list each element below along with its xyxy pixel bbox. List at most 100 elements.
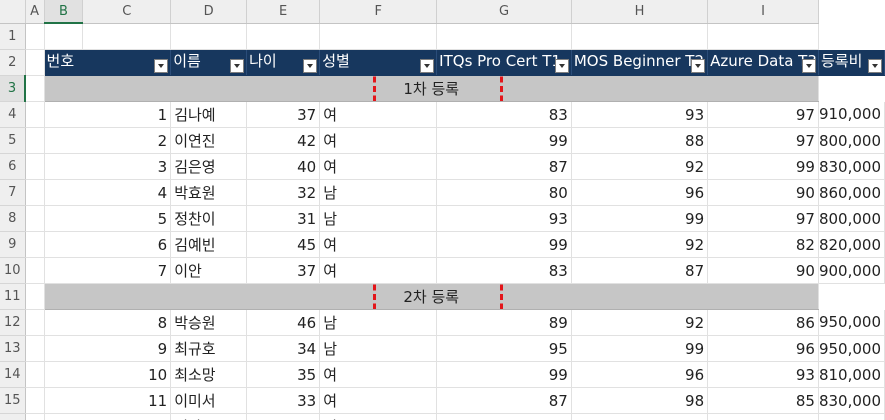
column-header-i[interactable]: I <box>707 0 819 24</box>
t3-score-cell[interactable]: 96 <box>707 335 819 362</box>
cell[interactable] <box>25 335 45 362</box>
header-cell-t1[interactable]: ITQs Pro Cert T1 <box>436 49 572 76</box>
column-header-a[interactable]: A <box>25 0 45 24</box>
fee-cell[interactable]: 830,000 <box>818 387 885 414</box>
t2-score-cell[interactable]: 92 <box>571 309 709 336</box>
t3-score-cell[interactable]: 90 <box>707 257 819 284</box>
gender-cell[interactable]: 여 <box>319 101 438 128</box>
gender-cell[interactable]: 남 <box>319 335 438 362</box>
name-cell[interactable]: 김나예 <box>170 101 248 128</box>
column-header-h[interactable]: H <box>571 0 709 24</box>
cell[interactable] <box>25 75 45 102</box>
header-cell-t2[interactable]: MOS Beginner T2 <box>571 49 709 76</box>
filter-dropdown-icon[interactable] <box>154 59 169 73</box>
t2-score-cell[interactable]: 87 <box>571 257 709 284</box>
name-cell[interactable]: 정찬이 <box>170 205 248 232</box>
fee-cell[interactable]: 910,000 <box>818 101 885 128</box>
cell[interactable] <box>25 231 45 258</box>
name-cell[interactable]: 정가윤 <box>170 413 248 420</box>
cell[interactable] <box>25 23 45 50</box>
t1-score-cell[interactable]: 81 <box>436 413 572 420</box>
t2-score-cell[interactable]: 96 <box>571 179 709 206</box>
t3-score-cell[interactable]: 82 <box>707 231 819 258</box>
cell[interactable] <box>436 23 572 50</box>
cell[interactable] <box>82 23 172 50</box>
t3-score-cell[interactable]: 93 <box>707 361 819 388</box>
row-header[interactable]: 13 <box>0 335 26 362</box>
age-cell[interactable]: 31 <box>246 205 321 232</box>
fee-cell[interactable]: 950,000 <box>818 335 885 362</box>
age-cell[interactable]: 42 <box>246 127 321 154</box>
number-cell[interactable]: 5 <box>44 205 172 232</box>
number-cell[interactable]: 1 <box>44 101 172 128</box>
cell[interactable] <box>44 23 84 50</box>
name-cell[interactable]: 최소망 <box>170 361 248 388</box>
t3-score-cell[interactable]: 85 <box>707 387 819 414</box>
fee-cell[interactable]: 950,000 <box>818 309 885 336</box>
t1-score-cell[interactable]: 87 <box>436 387 572 414</box>
filter-dropdown-icon[interactable] <box>554 59 569 73</box>
t3-score-cell[interactable]: 97 <box>707 101 819 128</box>
number-cell[interactable]: 10 <box>44 361 172 388</box>
header-cell-fee[interactable]: 등록비 <box>818 49 885 76</box>
row-header[interactable]: 6 <box>0 153 26 180</box>
name-cell[interactable]: 박승원 <box>170 309 248 336</box>
gender-cell[interactable]: 남 <box>319 179 438 206</box>
number-cell[interactable]: 2 <box>44 127 172 154</box>
gender-cell[interactable]: 여 <box>319 153 438 180</box>
cell[interactable] <box>25 309 45 336</box>
row-header[interactable]: 12 <box>0 309 26 336</box>
fee-cell[interactable]: 900,000 <box>818 257 885 284</box>
row-header[interactable]: 16 <box>0 413 26 420</box>
cell[interactable] <box>707 23 819 50</box>
cell[interactable] <box>25 257 45 284</box>
t1-score-cell[interactable]: 87 <box>436 153 572 180</box>
header-cell-t3[interactable]: Azure Data T3 <box>707 49 819 76</box>
cell[interactable] <box>25 127 45 154</box>
t2-score-cell[interactable]: 95 <box>571 413 709 420</box>
cell[interactable] <box>25 205 45 232</box>
header-cell-gender[interactable]: 성별 <box>319 49 438 76</box>
row-header[interactable]: 10 <box>0 257 26 284</box>
t1-score-cell[interactable]: 95 <box>436 335 572 362</box>
name-cell[interactable]: 이연진 <box>170 127 248 154</box>
group-label-cell[interactable]: 1차 등록 <box>44 75 819 102</box>
name-cell[interactable]: 최규호 <box>170 335 248 362</box>
column-header-d[interactable]: D <box>170 0 248 24</box>
age-cell[interactable]: 32 <box>246 179 321 206</box>
t1-score-cell[interactable]: 93 <box>436 205 572 232</box>
gender-cell[interactable]: 여 <box>319 127 438 154</box>
column-header-e[interactable]: E <box>246 0 321 24</box>
select-all-corner[interactable] <box>0 0 26 24</box>
t3-score-cell[interactable]: 97 <box>707 205 819 232</box>
header-cell-no[interactable]: 번호 <box>44 49 172 76</box>
gender-cell[interactable]: 여 <box>319 231 438 258</box>
t3-score-cell[interactable]: 88 <box>707 413 819 420</box>
fee-cell[interactable]: 830,000 <box>818 153 885 180</box>
t1-score-cell[interactable]: 99 <box>436 231 572 258</box>
age-cell[interactable]: 33 <box>246 387 321 414</box>
row-header[interactable]: 7 <box>0 179 26 206</box>
name-cell[interactable]: 김예빈 <box>170 231 248 258</box>
t1-score-cell[interactable]: 99 <box>436 127 572 154</box>
gender-cell[interactable]: 여 <box>319 413 438 420</box>
cell[interactable] <box>25 387 45 414</box>
t2-score-cell[interactable]: 92 <box>571 153 709 180</box>
row-header[interactable]: 3 <box>0 75 27 102</box>
age-cell[interactable]: 35 <box>246 361 321 388</box>
number-cell[interactable]: 12 <box>44 413 172 420</box>
row-header[interactable]: 8 <box>0 205 26 232</box>
fee-cell[interactable]: 820,000 <box>818 231 885 258</box>
number-cell[interactable]: 8 <box>44 309 172 336</box>
cell[interactable] <box>25 101 45 128</box>
t1-score-cell[interactable]: 89 <box>436 309 572 336</box>
cell[interactable] <box>246 23 321 50</box>
t2-score-cell[interactable]: 88 <box>571 127 709 154</box>
age-cell[interactable]: 34 <box>246 335 321 362</box>
t2-score-cell[interactable]: 96 <box>571 361 709 388</box>
fee-cell[interactable]: 810,000 <box>818 361 885 388</box>
t2-score-cell[interactable]: 99 <box>571 205 709 232</box>
cell[interactable] <box>25 283 45 310</box>
t1-score-cell[interactable]: 80 <box>436 179 572 206</box>
cell[interactable] <box>25 153 45 180</box>
